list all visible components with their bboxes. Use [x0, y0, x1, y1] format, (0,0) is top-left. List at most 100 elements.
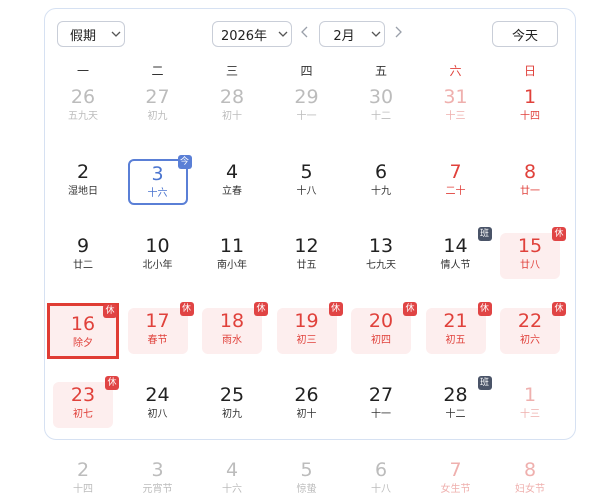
day-number: 1 — [523, 384, 537, 406]
day-cell[interactable]: 11 南小年 — [202, 233, 262, 279]
day-cell[interactable]: 7 女生节 — [426, 457, 486, 503]
day-number: 1 — [523, 86, 537, 108]
day-cell[interactable]: 2 湿地日 — [53, 159, 113, 205]
lunar-label: 初三 — [296, 334, 317, 346]
lunar-label: 春节 — [147, 334, 168, 346]
day-cell[interactable]: 15 廿八 休 — [500, 227, 566, 279]
day-cell[interactable]: 1 十三 — [500, 382, 560, 428]
day-cell[interactable]: 27 十一 — [351, 382, 411, 428]
day-cell[interactable]: 10 北小年 — [128, 233, 188, 279]
weekday-label: 三 — [225, 64, 238, 78]
day-cell[interactable]: 29 十一 — [277, 84, 337, 130]
day-number: 27 — [145, 86, 170, 108]
day-cell[interactable]: 16 除夕休 — [47, 302, 119, 359]
weekday-label: 二 — [151, 64, 164, 78]
day-cell[interactable]: 6 十九 — [351, 159, 411, 205]
day-cell[interactable]: 27 初九 — [128, 84, 188, 130]
day-cell[interactable]: 26 五九天 — [53, 84, 113, 130]
day-number: 25 — [219, 384, 245, 406]
chevron-right-icon[interactable] — [394, 26, 402, 42]
day-cell[interactable]: 28 初十 — [202, 84, 262, 130]
day-cell[interactable]: 8 廿一 — [500, 159, 560, 205]
lunar-label: 十四 — [73, 483, 93, 495]
day-number: 9 — [76, 235, 90, 257]
day-number: 8 — [523, 160, 537, 183]
day-number: 21 — [443, 309, 468, 332]
chevron-down-icon — [368, 31, 384, 37]
day-cell[interactable]: 23 初七 休 — [53, 376, 119, 428]
day-cell[interactable]: 6 十八 — [351, 457, 411, 503]
day-cell[interactable]: 8 妇女节 — [500, 457, 560, 503]
lunar-label: 妇女节 — [515, 483, 545, 495]
day-cell[interactable]: 14 情人节 班 — [426, 227, 492, 279]
day-cell[interactable]: 30 十二 — [351, 84, 411, 130]
lunar-label: 情人节 — [440, 260, 471, 271]
day-number: 4 — [225, 160, 239, 183]
day-cell[interactable]: 5 惊蛰 — [277, 457, 337, 503]
holiday-select[interactable]: 假期 — [57, 21, 125, 47]
month-select[interactable]: 2月 — [319, 21, 385, 47]
day-cell[interactable]: 4 十六 — [202, 457, 262, 503]
day-cell[interactable]: 18 雨水 休 — [202, 301, 268, 354]
day-cell[interactable]: 24 初八 — [128, 382, 188, 428]
day-cell[interactable]: 25 初九 — [202, 382, 262, 428]
day-number: 27 — [368, 384, 394, 406]
lunar-label: 女生节 — [440, 483, 471, 495]
day-number: 3 — [151, 458, 164, 481]
lunar-label: 初九 — [147, 111, 168, 122]
day-cell[interactable]: 31 十三 — [426, 84, 486, 130]
lunar-label: 十六 — [222, 483, 242, 495]
lunar-label: 十八 — [296, 185, 317, 197]
lunar-label: 北小年 — [142, 260, 173, 271]
day-number: 14 — [443, 235, 468, 257]
day-cell[interactable]: 13 七九天 — [351, 233, 411, 279]
rest-badge: 休 — [254, 301, 268, 316]
day-number: 12 — [294, 235, 319, 257]
weekday-label: 六 — [449, 64, 462, 78]
lunar-label: 二十 — [445, 185, 466, 197]
day-cell[interactable]: 26 初十 — [277, 382, 337, 428]
day-cell[interactable]: 28 十二 班 — [426, 376, 492, 428]
today-button[interactable]: 今天 — [492, 21, 558, 47]
day-cell[interactable]: 22 初六 休 — [500, 301, 566, 354]
chevron-left-icon[interactable] — [301, 26, 309, 42]
day-cell[interactable]: 17 春节 休 — [127, 301, 194, 354]
day-cell[interactable]: 3 元宵节 — [128, 457, 188, 503]
lunar-label: 廿二 — [73, 260, 93, 271]
lunar-label: 廿五 — [296, 260, 317, 271]
day-number: 17 — [145, 309, 170, 332]
day-cell[interactable]: 3 十六今 — [127, 154, 192, 205]
year-select-label: 2026年 — [220, 28, 268, 44]
lunar-label: 初九 — [222, 409, 242, 420]
chevron-down-icon — [108, 31, 124, 37]
day-cell[interactable]: 20 初四 休 — [351, 301, 417, 354]
day-cell[interactable]: 21 初五 休 — [425, 301, 492, 354]
lunar-label: 十三 — [520, 409, 540, 420]
year-select[interactable]: 2026年 — [212, 21, 292, 47]
day-number: 13 — [368, 235, 394, 257]
day-number: 24 — [145, 384, 170, 406]
lunar-label: 廿八 — [520, 260, 540, 271]
workday-badge: 班 — [477, 227, 492, 241]
rest-badge: 休 — [403, 301, 417, 316]
month-select-label: 2月 — [333, 28, 355, 44]
day-number: 26 — [294, 384, 319, 406]
day-cell[interactable]: 19 初三 休 — [276, 301, 343, 354]
day-cell[interactable]: 9 廿二 — [53, 233, 113, 279]
lunar-label: 十六 — [147, 187, 168, 199]
lunar-label: 十八 — [371, 483, 391, 495]
day-cell[interactable]: 1 十四 — [500, 84, 560, 130]
day-cell[interactable]: 4 立春 — [202, 159, 262, 205]
day-cell[interactable]: 12 廿五 — [277, 233, 337, 279]
holiday-select-label: 假期 — [69, 28, 96, 44]
day-number: 26 — [70, 86, 96, 108]
rest-badge: 休 — [328, 301, 343, 316]
day-number: 5 — [300, 458, 313, 481]
day-cell[interactable]: 5 十八 — [277, 159, 337, 205]
day-cell[interactable]: 2 十四 — [53, 457, 113, 503]
day-number: 22 — [517, 309, 543, 332]
rest-badge: 休 — [552, 301, 566, 316]
chevron-down-icon — [275, 31, 291, 37]
day-number: 2 — [76, 458, 90, 481]
day-cell[interactable]: 7 二十 — [426, 159, 486, 205]
